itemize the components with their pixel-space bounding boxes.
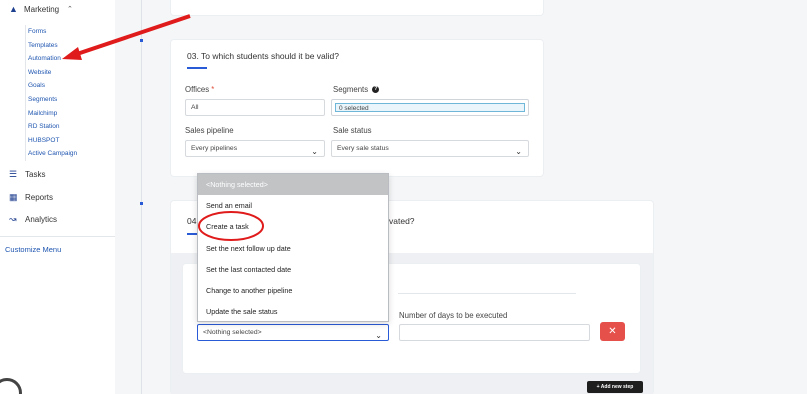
annotation-arrow-line	[73, 14, 191, 57]
annotation-circle	[198, 211, 264, 241]
annotation-overlay	[62, 14, 264, 241]
annotation-arrow-head	[62, 47, 82, 60]
